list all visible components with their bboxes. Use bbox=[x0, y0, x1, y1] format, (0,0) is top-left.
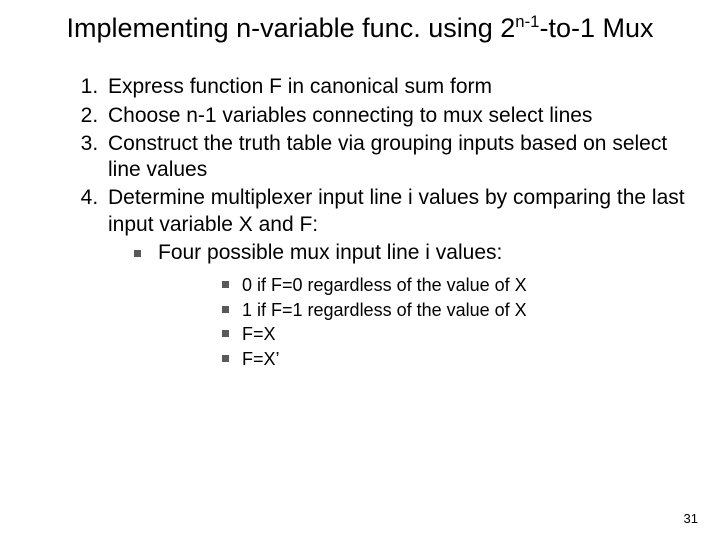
sub-list-1: Four possible mux input line i values: 0… bbox=[108, 240, 692, 370]
numbered-list: Express function F in canonical sum form… bbox=[72, 74, 692, 370]
slide-title: Implementing n-variable func. using 2n-1… bbox=[28, 12, 692, 44]
list-item: F=X bbox=[218, 323, 692, 346]
slide: Implementing n-variable func. using 2n-1… bbox=[0, 0, 720, 540]
list-item: F=X’ bbox=[218, 348, 692, 371]
content-area: Express function F in canonical sum form… bbox=[28, 74, 692, 370]
list-item: Four possible mux input line i values: 0… bbox=[128, 240, 692, 370]
list-item: 0 if F=0 regardless of the value of X bbox=[218, 274, 692, 297]
title-sup: n-1 bbox=[515, 12, 539, 31]
title-pre: Implementing n-variable func. using 2 bbox=[67, 13, 516, 43]
list-item: 1 if F=1 regardless of the value of X bbox=[218, 299, 692, 322]
list-item: Determine multiplexer input line i value… bbox=[104, 185, 692, 370]
title-post: -to-1 Mux bbox=[539, 13, 653, 43]
page-number: 31 bbox=[684, 511, 698, 526]
list-item: Express function F in canonical sum form bbox=[104, 74, 692, 100]
sub-list-2: 0 if F=0 regardless of the value of X 1 … bbox=[158, 274, 692, 370]
list-item: Construct the truth table via grouping i… bbox=[104, 131, 692, 184]
list-item: Choose n-1 variables connecting to mux s… bbox=[104, 103, 692, 129]
